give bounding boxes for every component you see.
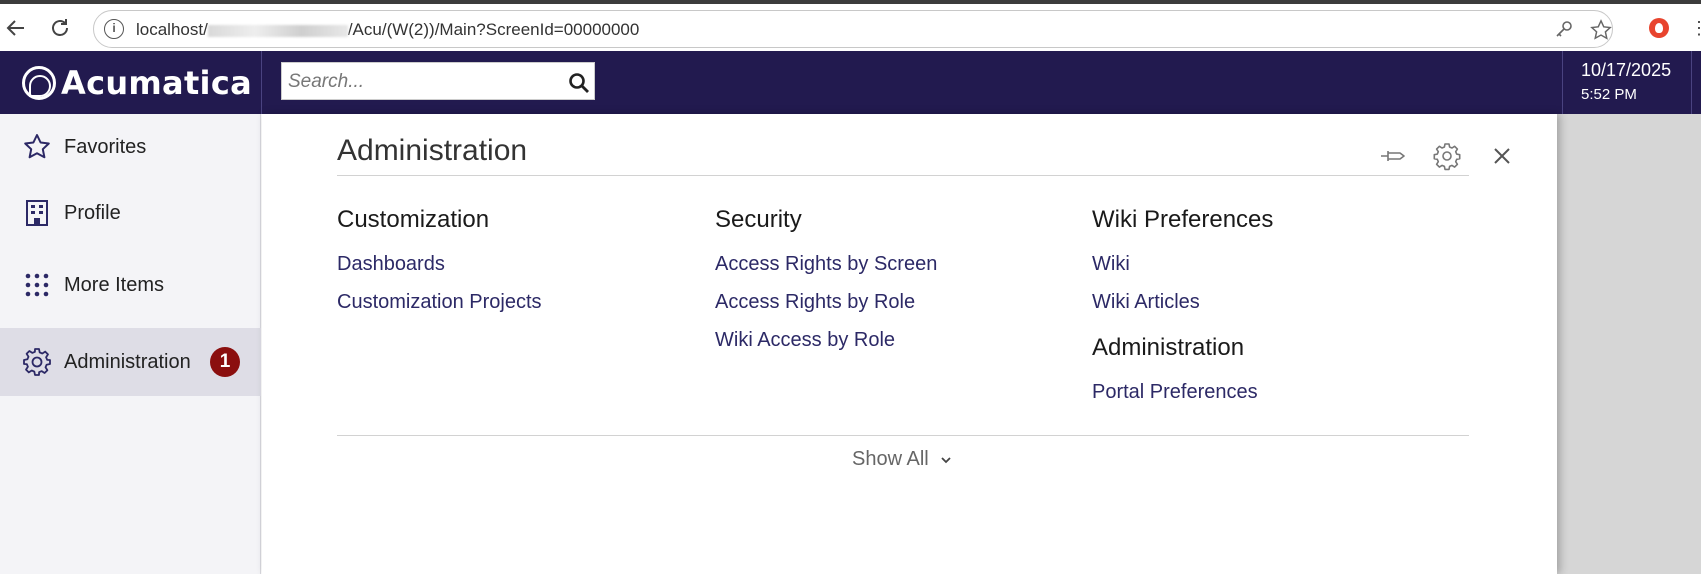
menu-link-dashboards[interactable]: Dashboards: [337, 250, 542, 278]
back-arrow-icon[interactable]: [4, 16, 28, 40]
bottom-divider: [337, 435, 1469, 436]
key-icon[interactable]: [1554, 19, 1574, 45]
star-icon: [22, 132, 52, 162]
bookmark-star-icon[interactable]: [1590, 19, 1612, 47]
extension-icon[interactable]: [1649, 18, 1669, 38]
url-text[interactable]: localhost/ /Acu/(W(2))/Main?ScreenId=0000…: [136, 20, 639, 40]
site-info-icon[interactable]: i: [104, 19, 124, 39]
chevron-down-icon: [941, 456, 951, 463]
sidebar: Favorites Profile More Items Administrat…: [0, 114, 261, 574]
search-icon[interactable]: [568, 72, 590, 94]
modal-backdrop[interactable]: [1557, 114, 1701, 574]
group-heading: Security: [715, 206, 802, 233]
menu-link-wiki-access-by-role[interactable]: Wiki Access by Role: [715, 326, 937, 354]
grid-dots-icon: [22, 270, 52, 300]
reload-icon[interactable]: [48, 16, 72, 40]
menu-link-customization-projects[interactable]: Customization Projects: [337, 288, 542, 316]
menu-link-wiki-articles[interactable]: Wiki Articles: [1092, 288, 1273, 316]
sidebar-item-profile[interactable]: Profile: [0, 180, 261, 246]
pin-icon[interactable]: [1378, 141, 1408, 171]
menu-column-customization: Customization Dashboards Customization P…: [337, 206, 542, 316]
logo-text: Acumatica: [61, 64, 252, 102]
app-header: Acumatica: [0, 51, 1701, 114]
search-box[interactable]: [281, 62, 595, 100]
acumatica-logo[interactable]: Acumatica: [22, 64, 252, 102]
header-divider: [261, 51, 262, 114]
group-heading: Wiki Preferences: [1092, 206, 1274, 233]
menu-link-access-rights-by-screen[interactable]: Access Rights by Screen: [715, 250, 937, 278]
url-suffix: /Acu/(W(2))/Main?ScreenId=00000000: [347, 20, 640, 39]
gear-icon: [22, 347, 52, 377]
building-icon: [22, 198, 52, 228]
sidebar-item-label: Favorites: [64, 135, 147, 158]
menu-link-portal-preferences[interactable]: Portal Preferences: [1092, 378, 1273, 406]
title-divider: [337, 175, 1469, 176]
settings-gear-icon[interactable]: [1432, 141, 1462, 171]
current-time: 5:52 PM: [1581, 86, 1637, 103]
browser-toolbar: i localhost/ /Acu/(W(2))/Main?ScreenId=00…: [0, 0, 1701, 51]
sidebar-item-more-items[interactable]: More Items: [0, 252, 261, 318]
administration-menu-panel: Administration Customization Dashboards …: [262, 114, 1557, 574]
url-prefix: localhost/: [136, 20, 208, 39]
sidebar-item-favorites[interactable]: Favorites: [0, 114, 261, 180]
date-time-widget[interactable]: 10/17/2025 5:52 PM: [1562, 51, 1692, 114]
group-heading: Administration: [1092, 334, 1245, 361]
sidebar-item-administration[interactable]: Administration 1: [0, 328, 261, 396]
url-redacted: [207, 24, 348, 37]
menu-column-security: Security Access Rights by Screen Access …: [715, 206, 937, 354]
search-input[interactable]: [288, 71, 548, 93]
sidebar-item-label: More Items: [64, 273, 165, 296]
close-icon[interactable]: [1487, 141, 1517, 171]
sidebar-item-label: Profile: [64, 201, 121, 224]
menu-column-wiki-preferences: Wiki Preferences Wiki Wiki Articles Admi…: [1092, 206, 1273, 406]
sidebar-item-label: Administration: [64, 350, 191, 373]
logo-mark-icon: [22, 66, 56, 100]
show-all-button[interactable]: Show All: [852, 448, 953, 471]
panel-title: Administration: [337, 134, 528, 167]
current-date: 10/17/2025: [1581, 60, 1672, 80]
show-all-label: Show All: [852, 448, 929, 470]
notification-badge: 1: [210, 347, 240, 377]
menu-link-access-rights-by-role[interactable]: Access Rights by Role: [715, 288, 937, 316]
browser-menu-icon[interactable]: ⋮: [1690, 18, 1701, 39]
address-bar[interactable]: i localhost/ /Acu/(W(2))/Main?ScreenId=00…: [93, 10, 1613, 48]
menu-link-wiki[interactable]: Wiki: [1092, 250, 1273, 278]
group-heading: Customization: [337, 206, 490, 233]
